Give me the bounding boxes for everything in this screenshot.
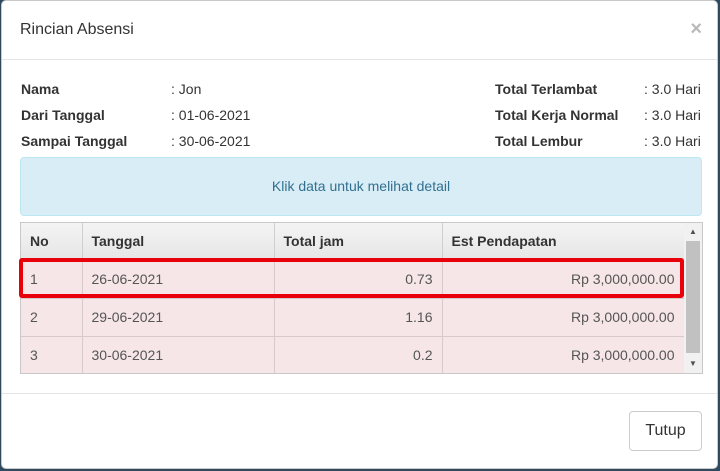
value-sampai-tanggal: : 30-06-2021 [171, 133, 251, 149]
value-nama: : Jon [171, 81, 202, 97]
cell-no: 3 [21, 336, 83, 373]
cell-est-pendapatan: Rp 3,000,000.00 [442, 336, 685, 373]
table-row[interactable]: 2 29-06-2021 1.16 Rp 3,000,000.00 [21, 298, 685, 337]
info-row-dari-tanggal: Dari Tanggal : 01-06-2021 [21, 102, 250, 128]
modal-header: Rincian Absensi × [2, 1, 717, 60]
cell-no: 1 [21, 260, 83, 299]
cell-total-jam: 0.2 [274, 336, 443, 373]
table-header-row: No Tanggal Total jam Est Pendapatan [21, 223, 685, 261]
column-header-tanggal[interactable]: Tanggal [82, 223, 275, 261]
cell-tanggal: 30-06-2021 [82, 336, 275, 373]
label-total-terlambat: Total Terlambat [495, 81, 598, 97]
label-total-kerja-normal: Total Kerja Normal [495, 107, 619, 123]
cell-est-pendapatan: Rp 3,000,000.00 [442, 298, 685, 337]
label-dari-tanggal: Dari Tanggal [21, 107, 105, 123]
info-row-total-kerja-normal: Total Kerja Normal : 3.0 Hari [495, 102, 701, 128]
modal-footer: Tutup [2, 393, 717, 469]
column-header-total-jam[interactable]: Total jam [274, 223, 443, 261]
cell-total-jam: 1.16 [274, 298, 443, 337]
label-sampai-tanggal: Sampai Tanggal [21, 133, 128, 149]
value-total-lembur: : 3.0 Hari [644, 133, 701, 149]
value-dari-tanggal: : 01-06-2021 [171, 107, 251, 123]
close-icon[interactable]: × [690, 19, 702, 39]
label-nama: Nama [21, 81, 60, 97]
table-row[interactable]: 1 26-06-2021 0.73 Rp 3,000,000.00 [21, 260, 685, 299]
attendance-table: No Tanggal Total jam Est Pendapatan 1 26… [21, 223, 685, 373]
absence-detail-modal: Rincian Absensi × Nama : Jon Dari Tanggal… [1, 0, 718, 469]
employee-info: Nama : Jon Dari Tanggal : 01-06-2021 Sampa… [21, 76, 250, 154]
cell-no: 2 [21, 298, 83, 337]
value-total-terlambat: : 3.0 Hari [644, 81, 701, 97]
info-row-nama: Nama : Jon [21, 76, 250, 102]
label-total-lembur: Total Lembur [495, 133, 583, 149]
column-header-no[interactable]: No [21, 223, 83, 261]
column-header-est-pendapatan[interactable]: Est Pendapatan [442, 223, 685, 261]
info-row-total-lembur: Total Lembur : 3.0 Hari [495, 128, 701, 154]
close-button[interactable]: Tutup [629, 411, 702, 451]
value-total-kerja-normal: : 3.0 Hari [644, 107, 701, 123]
info-alert: Klik data untuk melihat detail [20, 157, 702, 216]
scroll-up-icon[interactable]: ▲ [684, 225, 702, 239]
scroll-down-icon[interactable]: ▼ [684, 357, 702, 371]
table-row[interactable]: 3 30-06-2021 0.2 Rp 3,000,000.00 [21, 336, 685, 373]
info-row-sampai-tanggal: Sampai Tanggal : 30-06-2021 [21, 128, 250, 154]
cell-tanggal: 26-06-2021 [82, 260, 275, 299]
modal-title: Rincian Absensi [20, 21, 134, 38]
cell-tanggal: 29-06-2021 [82, 298, 275, 337]
attendance-table-container: No Tanggal Total jam Est Pendapatan 1 26… [20, 222, 703, 374]
cell-est-pendapatan: Rp 3,000,000.00 [442, 260, 685, 299]
table-scrollbar[interactable]: ▲ ▼ [684, 223, 702, 373]
info-row-total-terlambat: Total Terlambat : 3.0 Hari [495, 76, 701, 102]
cell-total-jam: 0.73 [274, 260, 443, 299]
totals-info: Total Terlambat : 3.0 Hari Total Kerja No… [495, 76, 701, 154]
scrollbar-thumb[interactable] [686, 241, 700, 353]
